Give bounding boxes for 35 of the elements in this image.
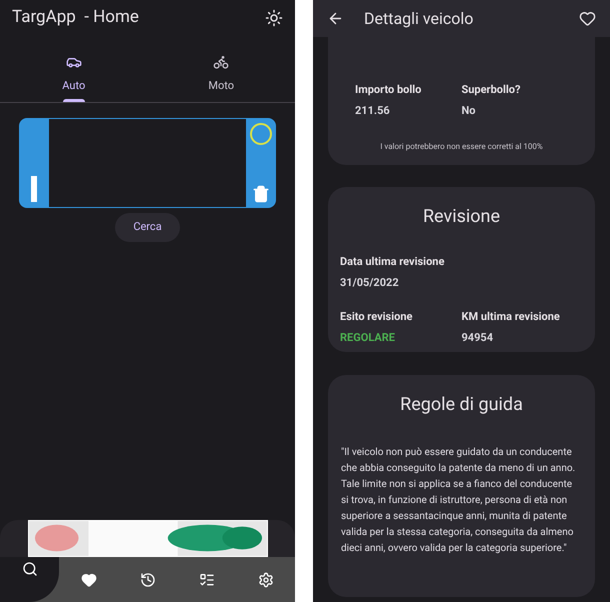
- field-label: KM ultima revisione: [462, 309, 561, 325]
- app-title: TargApp - Home: [12, 6, 139, 30]
- checklist-icon: [198, 572, 214, 588]
- back-icon: [327, 10, 344, 27]
- disclaimer-text: I valori potrebbero non essere corretti al 100%: [379, 141, 544, 153]
- search-button[interactable]: Cerca: [115, 213, 180, 242]
- field-value: 211.56: [355, 102, 391, 118]
- theme-button[interactable]: [265, 9, 283, 27]
- search-icon: [22, 561, 38, 577]
- heart-icon: [579, 10, 596, 27]
- screen-title: Dettagli veicolo: [364, 8, 474, 30]
- field-label: Importo bollo: [355, 82, 422, 98]
- plate-input[interactable]: [19, 118, 276, 208]
- settings-icon: [258, 572, 274, 588]
- history-icon: [140, 572, 156, 588]
- card-title: Revisione: [422, 205, 502, 229]
- back-button[interactable]: [327, 10, 344, 27]
- vehicle-tab[interactable]: Moto: [148, 50, 295, 102]
- search-nav-button[interactable]: [0, 557, 59, 602]
- field-value: REGOLARE: [340, 330, 396, 346]
- heart-icon: [80, 572, 96, 588]
- field-value: 94954: [462, 330, 494, 346]
- bar-icon: [31, 176, 37, 202]
- field-label: Esito revisione: [340, 309, 414, 325]
- card-title: Regole di guida: [399, 393, 524, 417]
- bicycle-icon: [213, 54, 230, 70]
- favorite-button[interactable]: [579, 10, 596, 27]
- vehicle-tab[interactable]: Auto: [0, 50, 148, 102]
- field-value: No: [462, 102, 476, 118]
- field-label: Data ultima revisione: [340, 254, 446, 270]
- field-value: 31/05/2022: [340, 274, 400, 290]
- trash-icon[interactable]: [252, 185, 270, 203]
- field-label: Superbollo?: [462, 82, 522, 98]
- sun-icon: [265, 9, 283, 27]
- rules-paragraph: "Il veicolo non può essere guidato da un conducente che abbia conseguito la patente da meno di un anno. Tale limite non si applica se a fianco del conducente si trova, in funzione di istruttore, persona di età non superiore a sessantacinque anni, munita di patente valida per la stessa categoria, conseguita da almeno dieci anni, ovvero valida per la categoria superiore.": [340, 446, 576, 556]
